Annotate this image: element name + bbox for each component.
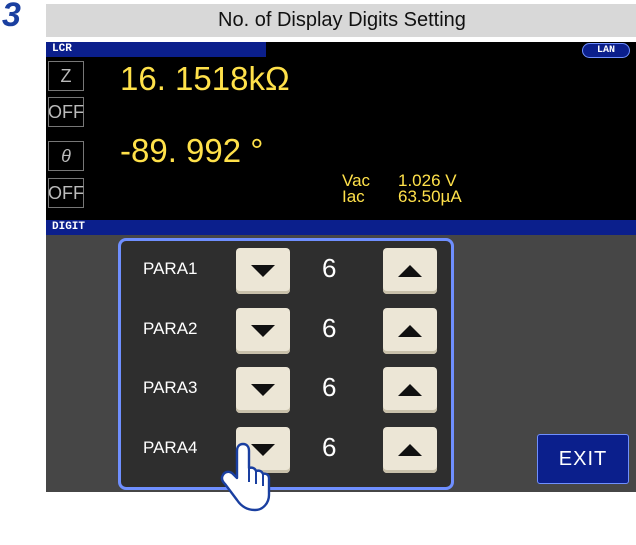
para4-digit-value: 6	[322, 432, 337, 462]
para4-label: PARA4	[143, 438, 198, 457]
primary-measurement: 16. 1518kΩ	[120, 60, 290, 97]
para4-increase-button[interactable]	[383, 427, 437, 473]
para3-digit-value: 6	[322, 372, 337, 402]
para1-label: PARA1	[143, 259, 198, 278]
range-off-button-2[interactable]: OFF	[48, 178, 84, 208]
page-title: No. of Display Digits Setting	[46, 4, 636, 37]
up-triangle-icon	[398, 444, 422, 456]
up-triangle-icon	[398, 265, 422, 277]
para1-decrease-button[interactable]	[236, 248, 290, 294]
down-triangle-icon	[251, 384, 275, 396]
iac-label: Iac	[342, 187, 365, 206]
para3-decrease-button[interactable]	[236, 367, 290, 413]
digit-settings-panel: PARA1 6 PARA2 6 PARA3 6 PARA4 6	[118, 238, 454, 490]
down-triangle-icon	[251, 325, 275, 337]
pointing-hand-icon	[220, 442, 271, 512]
para2-decrease-button[interactable]	[236, 308, 290, 354]
para3-label: PARA3	[143, 378, 198, 397]
up-triangle-icon	[398, 384, 422, 396]
up-triangle-icon	[398, 325, 422, 337]
lcr-label: LCR	[52, 43, 72, 55]
instrument-screen: LCR LAN Z OFF θ OFF 16. 1518kΩ -89. 992 …	[46, 42, 636, 492]
digit-header-bar: DIGIT	[46, 220, 636, 235]
down-triangle-icon	[251, 265, 275, 277]
range-off-button-1[interactable]: OFF	[48, 97, 84, 127]
exit-button[interactable]: EXIT	[537, 434, 629, 484]
para2-label: PARA2	[143, 319, 198, 338]
param1-select-button[interactable]: Z	[48, 61, 84, 91]
digit-label: DIGIT	[52, 221, 86, 233]
lcr-header-bar: LCR	[46, 42, 266, 57]
secondary-measurement: -89. 992 °	[120, 132, 264, 169]
iac-value: 63.50µA	[398, 187, 462, 206]
page-title-text: No. of Display Digits Setting	[218, 9, 466, 31]
para1-digit-value: 6	[322, 253, 337, 283]
para2-increase-button[interactable]	[383, 308, 437, 354]
lan-badge: LAN	[582, 43, 630, 58]
para1-increase-button[interactable]	[383, 248, 437, 294]
param2-select-button[interactable]: θ	[48, 141, 84, 171]
para2-digit-value: 6	[322, 313, 337, 343]
para3-increase-button[interactable]	[383, 367, 437, 413]
step-number: 3	[2, 0, 21, 34]
